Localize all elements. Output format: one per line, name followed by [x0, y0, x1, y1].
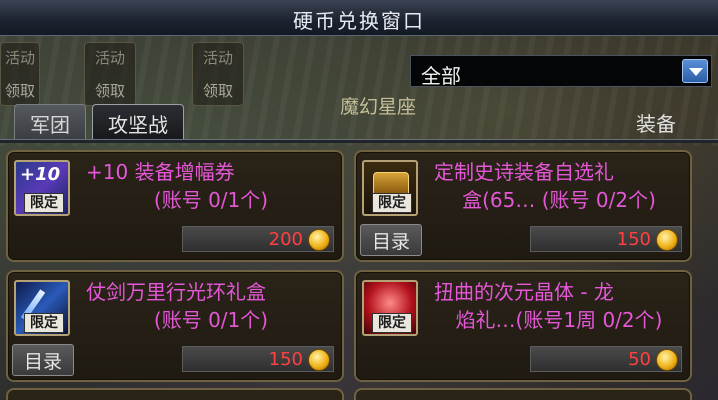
- item-name: 仗剑万里行光环礼盒: [86, 280, 266, 304]
- item-price: 200: [268, 229, 303, 250]
- catalog-button[interactable]: 目录: [12, 344, 74, 376]
- exchange-item-card[interactable]: +10 限定 +10 装备增幅券 (账号 0/1个) 200: [6, 150, 344, 262]
- coin-icon: [308, 349, 330, 371]
- next-item-card-partial: [6, 388, 344, 400]
- next-item-card-partial: [354, 388, 692, 400]
- item-name: 扭曲的次元晶体 - 龙: [434, 280, 614, 304]
- claim-button-label: 领取: [94, 82, 125, 100]
- coin-icon: [308, 229, 330, 251]
- crystal-icon: 限定: [362, 280, 418, 336]
- claim-button-top-label: 活动: [4, 49, 35, 67]
- dropdown-selected-value: 全部: [421, 64, 461, 88]
- exchange-item-card[interactable]: 限定 仗剑万里行光环礼盒 (账号 0/1个) 目录 150: [6, 270, 344, 382]
- price-bar: 150: [530, 226, 682, 252]
- claim-button[interactable]: 活动 领取: [84, 42, 136, 106]
- claim-button-top-label: 活动: [94, 49, 125, 67]
- sword-aura-icon: 限定: [14, 280, 70, 336]
- claim-button-label: 领取: [4, 82, 35, 100]
- exchange-item-card[interactable]: 限定 扭曲的次元晶体 - 龙 焰礼…(账号1周 0/2个) 50: [354, 270, 692, 382]
- claim-button[interactable]: 活动 领取: [192, 42, 244, 106]
- item-name: +10 装备增幅券: [86, 160, 235, 184]
- item-limit: 焰礼…(账号1周 0/2个): [455, 308, 663, 332]
- title-bar: 硬币兑换窗口: [0, 0, 718, 36]
- price-bar: 50: [530, 346, 682, 372]
- item-limit: (账号 0/1个): [153, 308, 269, 332]
- catalog-button[interactable]: 目录: [360, 224, 422, 256]
- chest-icon: 限定: [362, 160, 418, 216]
- claim-button[interactable]: 活动 领取: [0, 42, 40, 106]
- item-icon-text: +10: [20, 164, 61, 185]
- tab-siege[interactable]: 攻坚战: [92, 104, 184, 140]
- claim-button-label: 领取: [202, 82, 233, 100]
- limited-badge: 限定: [24, 193, 64, 213]
- limited-badge: 限定: [372, 313, 412, 333]
- tab-divider: [0, 139, 718, 143]
- claim-button-top-label: 活动: [202, 49, 233, 67]
- amplify-ticket-icon: +10 限定: [14, 160, 70, 216]
- item-name: 定制史诗装备自选礼: [434, 160, 614, 184]
- coin-icon: [656, 349, 678, 371]
- region-label: 魔幻星座: [340, 96, 417, 118]
- tab-legion[interactable]: 军团: [14, 104, 86, 140]
- item-limit: (账号 0/1个): [153, 188, 269, 212]
- limited-badge: 限定: [372, 193, 412, 213]
- price-bar: 150: [182, 346, 334, 372]
- price-bar: 200: [182, 226, 334, 252]
- category-dropdown[interactable]: 全部: [410, 55, 712, 88]
- item-price: 150: [616, 229, 651, 250]
- item-price: 50: [628, 349, 651, 370]
- item-price: 150: [268, 349, 303, 370]
- equip-label: 装备: [636, 112, 676, 136]
- coin-icon: [656, 229, 678, 251]
- window-title: 硬币兑换窗口: [293, 9, 425, 33]
- chevron-down-icon[interactable]: [682, 59, 708, 83]
- item-limit: 盒(65… (账号 0/2个): [462, 188, 656, 212]
- limited-badge: 限定: [24, 313, 64, 333]
- exchange-item-card[interactable]: 限定 定制史诗装备自选礼 盒(65… (账号 0/2个) 目录 150: [354, 150, 692, 262]
